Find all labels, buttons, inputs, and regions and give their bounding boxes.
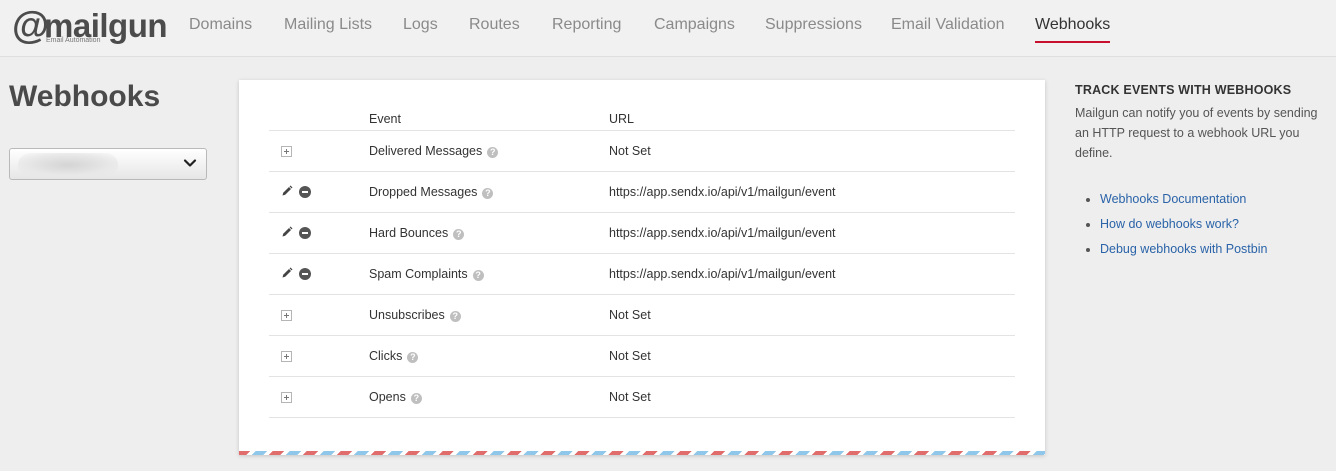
list-item: Webhooks Documentation (1100, 187, 1325, 212)
webhooks-table: Event URL Delivered Messages? Not Set Dr… (269, 108, 1015, 418)
webhook-url: https://app.sendx.io/api/v1/mailgun/even… (609, 253, 1015, 295)
help-icon[interactable]: ? (482, 188, 494, 199)
pencil-icon[interactable] (281, 267, 293, 282)
logo-tagline: Email Automation (46, 37, 101, 44)
event-name: Dropped Messages (369, 185, 478, 199)
nav-domains[interactable]: Domains (189, 15, 252, 39)
webhook-url: https://app.sendx.io/api/v1/mailgun/even… (609, 212, 1015, 254)
webhook-url: Not Set (609, 335, 1015, 377)
nav-email-validation[interactable]: Email Validation (891, 15, 1005, 39)
webhook-url: Not Set (609, 376, 1015, 418)
link-how-webhooks-work[interactable]: How do webhooks work? (1100, 217, 1239, 231)
event-name: Clicks (369, 349, 403, 363)
nav-mailing-lists[interactable]: Mailing Lists (284, 15, 372, 39)
help-icon[interactable]: ? (410, 393, 422, 404)
table-row: Unsubscribes? Not Set (269, 294, 1015, 336)
help-icon[interactable]: ? (487, 147, 499, 158)
add-webhook-icon[interactable] (281, 309, 292, 321)
webhook-url: https://app.sendx.io/api/v1/mailgun/even… (609, 171, 1015, 213)
help-sidebar: TRACK EVENTS WITH WEBHOOKS Mailgun can n… (1075, 83, 1325, 262)
remove-icon[interactable] (299, 268, 311, 280)
remove-icon[interactable] (299, 227, 311, 239)
event-name: Delivered Messages (369, 144, 483, 158)
header-event: Event (369, 108, 609, 131)
table-row: Dropped Messages? https://app.sendx.io/a… (269, 171, 1015, 213)
add-webhook-icon[interactable] (281, 391, 292, 403)
event-name: Unsubscribes (369, 308, 445, 322)
help-icon[interactable]: ? (407, 352, 419, 363)
header-actions (269, 108, 369, 131)
nav-suppressions[interactable]: Suppressions (765, 15, 862, 39)
event-name: Hard Bounces (369, 226, 449, 240)
top-header: @ mailgun Email Automation Domains Maili… (0, 0, 1336, 57)
event-name: Spam Complaints (369, 267, 468, 281)
table-row: Clicks? Not Set (269, 335, 1015, 377)
pencil-icon[interactable] (281, 185, 293, 200)
webhook-url: Not Set (609, 130, 1015, 172)
header-url: URL (609, 108, 1015, 131)
mailgun-logo[interactable]: @ mailgun Email Automation (12, 7, 168, 48)
event-name: Opens (369, 390, 406, 404)
nav-logs[interactable]: Logs (403, 15, 438, 39)
help-icon[interactable]: ? (472, 270, 484, 281)
help-icon[interactable]: ? (449, 311, 461, 322)
nav-campaigns[interactable]: Campaigns (654, 15, 735, 39)
webhooks-card: Event URL Delivered Messages? Not Set Dr… (239, 80, 1045, 455)
airmail-border (239, 451, 1045, 455)
list-item: Debug webhooks with Postbin (1100, 237, 1325, 262)
chevron-down-icon (182, 155, 198, 171)
sidebar-description: Mailgun can notify you of events by send… (1075, 106, 1318, 160)
table-row: Opens? Not Set (269, 376, 1015, 418)
nav-webhooks[interactable]: Webhooks (1035, 15, 1111, 43)
table-row: Hard Bounces? https://app.sendx.io/api/v… (269, 212, 1015, 254)
nav-reporting[interactable]: Reporting (552, 15, 621, 39)
domain-select[interactable] (9, 148, 207, 180)
add-webhook-icon[interactable] (281, 350, 292, 362)
table-row: Spam Complaints? https://app.sendx.io/ap… (269, 253, 1015, 295)
link-webhooks-documentation[interactable]: Webhooks Documentation (1100, 192, 1246, 206)
sidebar-links: Webhooks Documentation How do webhooks w… (1075, 187, 1325, 262)
remove-icon[interactable] (299, 186, 311, 198)
add-webhook-icon[interactable] (281, 145, 292, 157)
table-header-row: Event URL (269, 108, 1015, 131)
sidebar-heading: TRACK EVENTS WITH WEBHOOKS (1075, 83, 1292, 97)
list-item: How do webhooks work? (1100, 212, 1325, 237)
table-row: Delivered Messages? Not Set (269, 130, 1015, 172)
link-debug-postbin[interactable]: Debug webhooks with Postbin (1100, 242, 1267, 256)
nav-routes[interactable]: Routes (469, 15, 520, 39)
webhook-url: Not Set (609, 294, 1015, 336)
domain-select-value (18, 153, 118, 177)
pencil-icon[interactable] (281, 226, 293, 241)
page-title: Webhooks (9, 80, 161, 113)
help-icon[interactable]: ? (453, 229, 465, 240)
